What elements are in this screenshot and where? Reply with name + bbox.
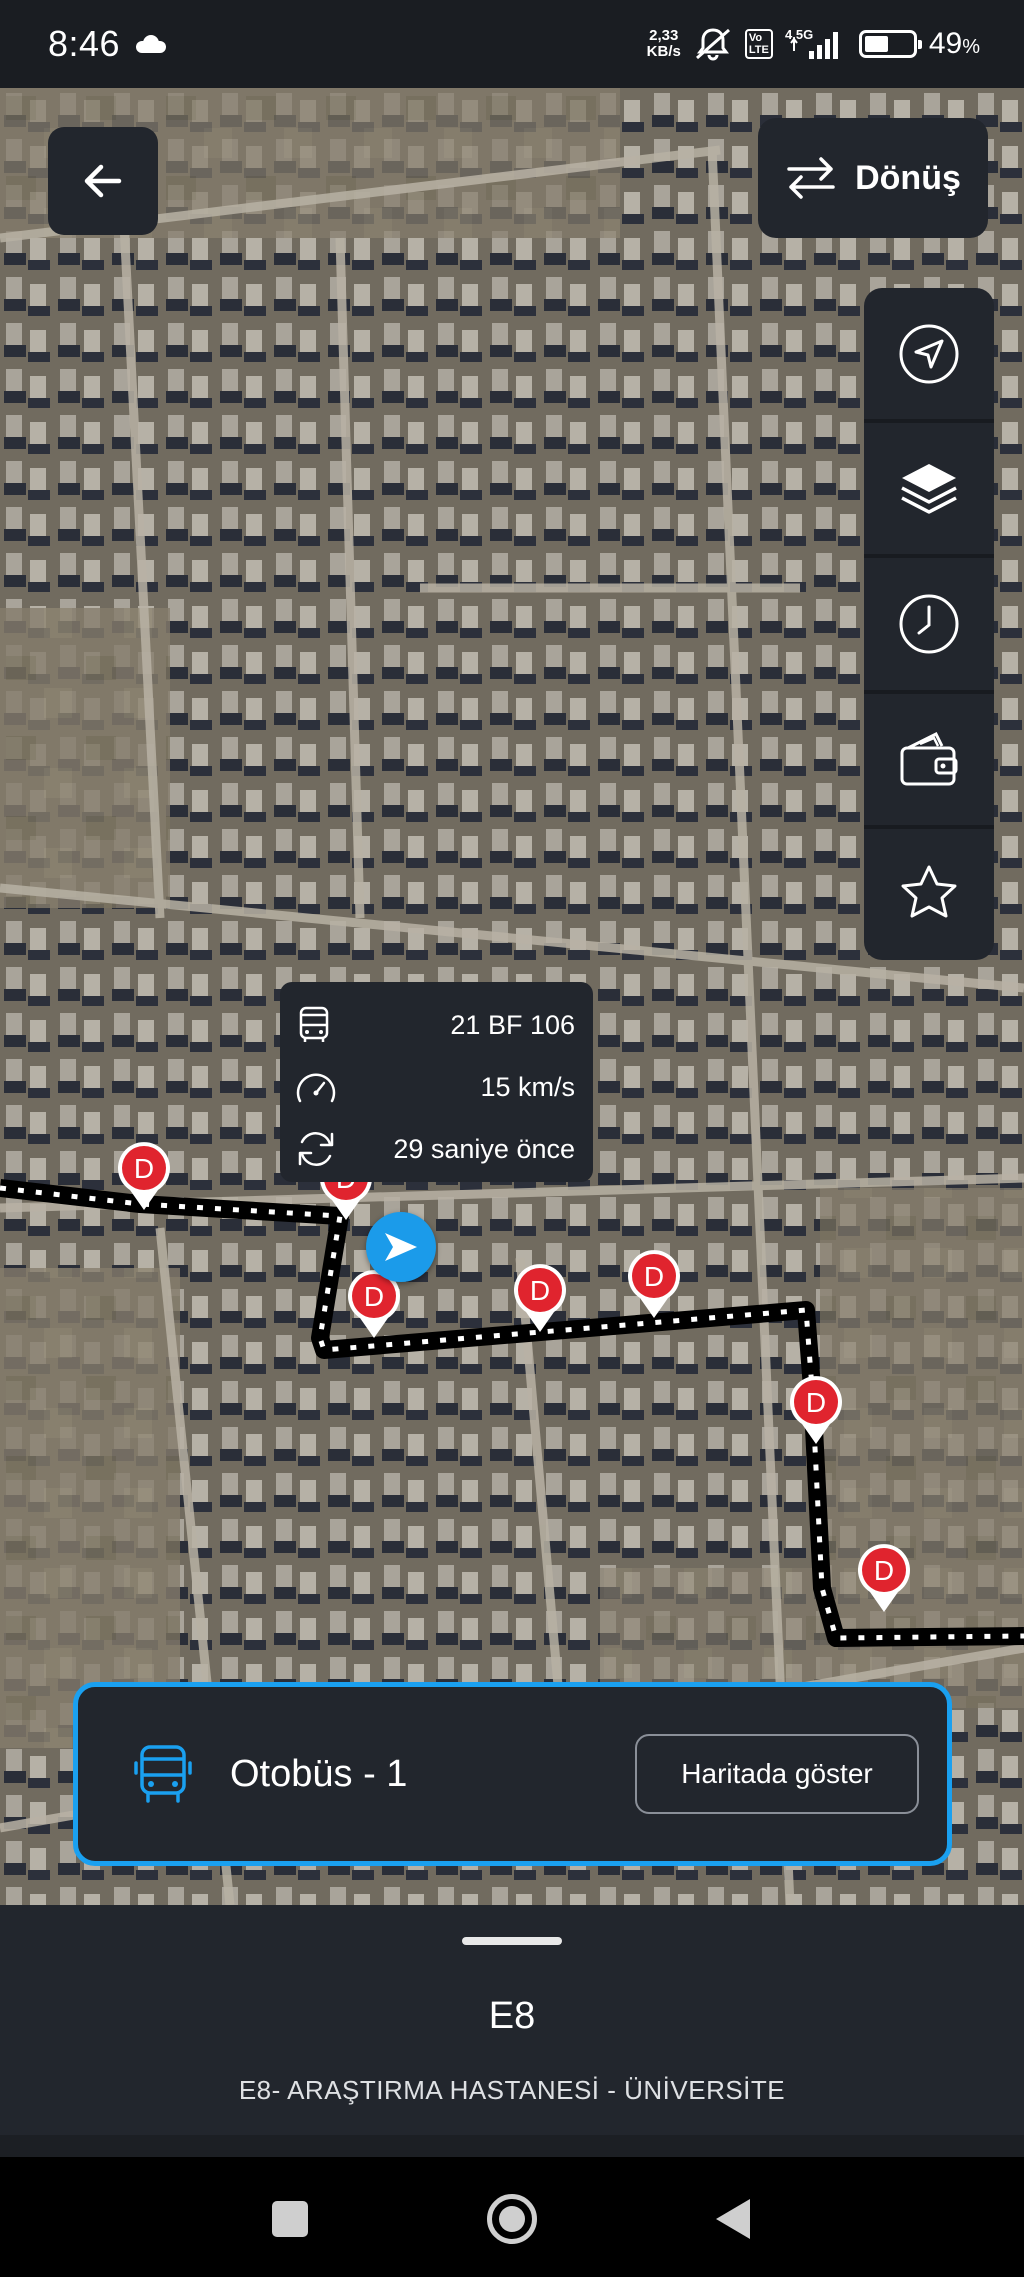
network-type-label: 4.5G [785, 27, 813, 42]
bus-stop-marker[interactable]: D [512, 1262, 568, 1334]
cloud-icon [134, 35, 168, 53]
bus-stop-marker[interactable]: D [788, 1374, 844, 1446]
wallet-icon [900, 732, 958, 786]
bus-stop-label: D [364, 1281, 384, 1312]
bus-icon [134, 1745, 192, 1803]
system-back-button[interactable] [716, 2199, 750, 2239]
back-button[interactable] [48, 127, 158, 235]
show-on-map-button[interactable]: Haritada göster [635, 1734, 919, 1814]
return-direction-label: Dönüş [855, 158, 961, 197]
system-navigation-bar [0, 2157, 1024, 2277]
bus-stop-marker[interactable]: D [626, 1248, 682, 1320]
bus-stop-label: D [134, 1153, 154, 1184]
bus-stop-label: D [530, 1275, 550, 1306]
bus-stop-marker[interactable]: D [856, 1542, 912, 1614]
recent-apps-button[interactable] [272, 2201, 308, 2237]
vehicle-update-row: 29 saniye önce [294, 1118, 575, 1180]
wallet-button[interactable] [864, 694, 994, 829]
vehicle-plate: 21 BF 106 [450, 1009, 575, 1040]
signal-icon: 4.5G [785, 27, 847, 61]
star-icon [901, 865, 957, 918]
vehicle-last-update: 29 saniye önce [393, 1133, 575, 1164]
refresh-icon [298, 1132, 334, 1166]
silent-mode-icon [693, 26, 733, 62]
locate-button[interactable] [864, 288, 994, 424]
bus-stop-label: D [874, 1555, 894, 1586]
bus-location-marker[interactable] [366, 1212, 436, 1282]
arrow-left-icon [84, 164, 122, 198]
battery-fill [864, 36, 888, 52]
route-bottom-sheet[interactable]: E8 E8- ARAŞTIRMA HASTANESİ - ÜNİVERSİTE [0, 1905, 1024, 2157]
return-direction-button[interactable]: Dönüş [758, 118, 988, 238]
schedule-button[interactable] [864, 558, 994, 694]
favorites-button[interactable] [864, 829, 994, 960]
route-code: E8 [488, 1995, 536, 2037]
map-controls-panel [864, 288, 994, 960]
vehicle-plate-row: 21 BF 106 [294, 994, 575, 1056]
network-speed-value: 2,33 [649, 27, 679, 44]
bus-card[interactable]: Otobüs - 1 Haritada göster [73, 1682, 952, 1866]
clock-icon [899, 594, 959, 654]
status-bar: 8:46 2,33 KB/s Vo LTE 4.5G 49% [0, 0, 1024, 88]
network-speed: 2,33 KB/s [647, 28, 681, 60]
home-button[interactable] [487, 2194, 537, 2244]
layers-icon [901, 463, 957, 514]
sheet-drag-handle[interactable] [462, 1937, 562, 1945]
battery-icon [858, 30, 922, 58]
vehicle-speed: 15 km/s [480, 1071, 575, 1102]
route-name: E8- ARAŞTIRMA HASTANESİ - ÜNİVERSİTE [238, 2075, 786, 2105]
location-arrow-icon [899, 324, 959, 384]
navigation-arrow-icon [385, 1233, 417, 1261]
sheet-divider [0, 2135, 1024, 2157]
battery-percentage-sign: % [962, 36, 980, 58]
layers-button[interactable] [864, 423, 994, 559]
bus-stop-label: D [644, 1261, 664, 1292]
bus-card-title: Otobüs - 1 [230, 1752, 408, 1795]
volte-icon: Vo LTE [744, 29, 773, 59]
status-time: 8:46 [48, 23, 121, 64]
vehicle-speed-row: 15 km/s [294, 1056, 575, 1118]
status-indicators: 2,33 KB/s Vo LTE 4.5G 49% [647, 26, 980, 62]
swap-arrows-icon [787, 157, 835, 199]
bus-stop-marker[interactable]: D [116, 1140, 172, 1212]
bus-stop-label: D [806, 1387, 826, 1418]
bus-icon [299, 1006, 329, 1042]
battery-percentage: 49% [929, 27, 980, 61]
battery-percentage-value: 49 [928, 27, 963, 60]
vehicle-info-popup: 21 BF 106 15 km/s 29 saniye önce [280, 982, 593, 1182]
speedometer-icon [296, 1073, 336, 1103]
map-view[interactable]: D D D D D D D Dönüş [0, 88, 1024, 1905]
network-speed-unit: KB/s [646, 43, 681, 60]
